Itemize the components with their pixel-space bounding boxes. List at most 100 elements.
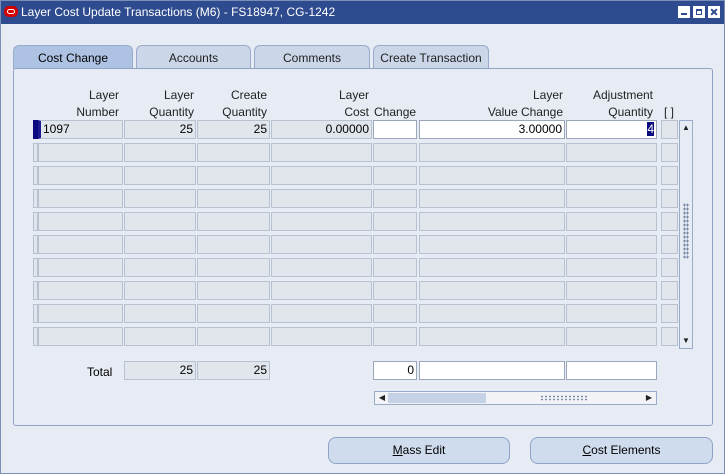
- empty-cell[interactable]: [566, 281, 657, 300]
- empty-cell[interactable]: [661, 281, 678, 300]
- empty-cell[interactable]: [661, 235, 678, 254]
- empty-cell[interactable]: [271, 281, 372, 300]
- empty-cell[interactable]: [661, 166, 678, 185]
- empty-cell[interactable]: [124, 143, 196, 162]
- empty-cell[interactable]: [271, 166, 372, 185]
- empty-cell[interactable]: [38, 281, 123, 300]
- empty-cell[interactable]: [124, 281, 196, 300]
- flexfield-cell[interactable]: [661, 120, 678, 139]
- scroll-right-icon[interactable]: ▶: [643, 392, 655, 404]
- empty-cell[interactable]: [419, 212, 565, 231]
- empty-cell[interactable]: [661, 189, 678, 208]
- empty-cell[interactable]: [271, 235, 372, 254]
- empty-cell[interactable]: [661, 212, 678, 231]
- empty-cell[interactable]: [566, 327, 657, 346]
- layer-quantity-field[interactable]: 25: [124, 120, 196, 139]
- empty-cell[interactable]: [197, 235, 270, 254]
- empty-cell[interactable]: [197, 327, 270, 346]
- tab-create-transaction[interactable]: Create Transaction: [373, 45, 489, 69]
- empty-cell[interactable]: [661, 143, 678, 162]
- minimize-icon[interactable]: [678, 6, 690, 18]
- empty-cell[interactable]: [197, 258, 270, 277]
- empty-cell[interactable]: [661, 304, 678, 323]
- scroll-up-icon[interactable]: ▲: [681, 122, 691, 134]
- empty-cell[interactable]: [124, 258, 196, 277]
- empty-cell[interactable]: [197, 143, 270, 162]
- empty-cell[interactable]: [566, 258, 657, 277]
- layer-number-field[interactable]: 1097: [38, 120, 123, 139]
- empty-cell[interactable]: [124, 212, 196, 231]
- empty-cell[interactable]: [124, 235, 196, 254]
- empty-cell[interactable]: [124, 327, 196, 346]
- empty-cell[interactable]: [419, 281, 565, 300]
- empty-cell[interactable]: [373, 235, 417, 254]
- empty-cell[interactable]: [373, 281, 417, 300]
- empty-cell[interactable]: [373, 189, 417, 208]
- change-field[interactable]: [373, 120, 417, 139]
- create-quantity-field[interactable]: 25: [197, 120, 270, 139]
- tab-comments[interactable]: Comments: [254, 45, 370, 69]
- vertical-scrollbar[interactable]: ▲ ▼: [679, 120, 693, 349]
- empty-cell[interactable]: [197, 304, 270, 323]
- tab-cost-change[interactable]: Cost Change: [13, 45, 133, 69]
- empty-cell[interactable]: [38, 235, 123, 254]
- empty-cell[interactable]: [38, 258, 123, 277]
- tab-accounts[interactable]: Accounts: [136, 45, 251, 69]
- scroll-left-icon[interactable]: ◀: [376, 392, 388, 404]
- empty-cell[interactable]: [566, 235, 657, 254]
- empty-cell[interactable]: [197, 281, 270, 300]
- empty-cell[interactable]: [661, 327, 678, 346]
- empty-cell[interactable]: [197, 212, 270, 231]
- empty-cell[interactable]: [197, 166, 270, 185]
- empty-cell[interactable]: [38, 189, 123, 208]
- empty-cell[interactable]: [271, 212, 372, 231]
- empty-cell[interactable]: [566, 212, 657, 231]
- maximize-icon[interactable]: [693, 6, 705, 18]
- empty-cell[interactable]: [271, 258, 372, 277]
- empty-cell[interactable]: [197, 189, 270, 208]
- empty-cell[interactable]: [38, 212, 123, 231]
- empty-cell[interactable]: [419, 327, 565, 346]
- empty-cell[interactable]: [124, 166, 196, 185]
- empty-cell[interactable]: [419, 166, 565, 185]
- horizontal-scrollbar[interactable]: ◀ ▶: [374, 391, 657, 405]
- empty-cell[interactable]: [373, 143, 417, 162]
- header-flexfield: [ ]: [663, 105, 674, 119]
- title-bar[interactable]: Layer Cost Update Transactions (M6) - FS…: [1, 1, 724, 24]
- empty-cell[interactable]: [373, 212, 417, 231]
- empty-cell[interactable]: [271, 304, 372, 323]
- adjustment-quantity-field[interactable]: 4: [566, 120, 657, 139]
- empty-cell[interactable]: [566, 304, 657, 323]
- cost-elements-button[interactable]: Cost Elements: [530, 437, 713, 464]
- empty-cell[interactable]: [38, 166, 123, 185]
- empty-cell[interactable]: [271, 189, 372, 208]
- empty-cell[interactable]: [419, 304, 565, 323]
- scroll-grip-icon[interactable]: [540, 395, 588, 401]
- empty-cell[interactable]: [373, 166, 417, 185]
- scroll-down-icon[interactable]: ▼: [681, 335, 691, 347]
- empty-cell[interactable]: [419, 143, 565, 162]
- close-icon[interactable]: [708, 6, 720, 18]
- empty-cell[interactable]: [38, 143, 123, 162]
- scroll-grip-icon[interactable]: [683, 203, 689, 259]
- empty-cell[interactable]: [38, 304, 123, 323]
- empty-cell[interactable]: [566, 166, 657, 185]
- empty-cell[interactable]: [566, 143, 657, 162]
- empty-cell[interactable]: [419, 258, 565, 277]
- scroll-thumb[interactable]: [388, 393, 486, 403]
- empty-cell[interactable]: [661, 258, 678, 277]
- layer-cost-field[interactable]: 0.00000: [271, 120, 372, 139]
- empty-cell[interactable]: [419, 189, 565, 208]
- mass-edit-button[interactable]: Mass Edit: [328, 437, 510, 464]
- empty-cell[interactable]: [271, 327, 372, 346]
- empty-cell[interactable]: [124, 304, 196, 323]
- empty-cell[interactable]: [373, 304, 417, 323]
- empty-cell[interactable]: [373, 258, 417, 277]
- empty-cell[interactable]: [419, 235, 565, 254]
- empty-cell[interactable]: [373, 327, 417, 346]
- empty-cell[interactable]: [271, 143, 372, 162]
- layer-value-change-field[interactable]: 3.00000: [419, 120, 565, 139]
- empty-cell[interactable]: [566, 189, 657, 208]
- empty-cell[interactable]: [38, 327, 123, 346]
- empty-cell[interactable]: [124, 189, 196, 208]
